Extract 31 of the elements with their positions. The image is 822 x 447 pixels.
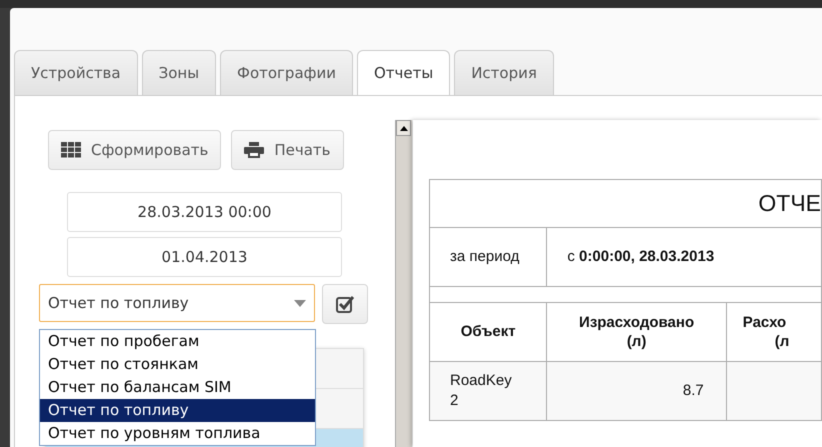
table-cell: RoadKey 2 — [450, 372, 512, 409]
tab[interactable]: История — [454, 50, 554, 95]
up-arrow-icon — [400, 126, 408, 130]
tab[interactable]: Отчеты — [356, 50, 450, 96]
scroll-up-button[interactable] — [396, 120, 411, 136]
period-label: за период — [450, 246, 520, 267]
date-field[interactable]: 28.03.2013 00:00 — [67, 192, 342, 232]
checkbox-icon — [336, 295, 354, 313]
column-header: Объект — [460, 322, 516, 342]
tab[interactable]: Фотографии — [220, 50, 353, 95]
checkbox-button[interactable] — [322, 284, 368, 324]
dropdown-option[interactable]: Отчет по балансам SIM — [40, 376, 315, 399]
scrollbar[interactable] — [395, 120, 412, 447]
grid-icon — [61, 142, 81, 158]
dropdown-option[interactable]: Отчет по пробегам — [40, 330, 315, 353]
tab[interactable]: Устройства — [14, 50, 138, 95]
table-cell: 8.7 — [682, 382, 704, 399]
dropdown-option[interactable]: Отчет по стоянкам — [40, 353, 315, 376]
column-header: Расхо (л — [742, 312, 790, 352]
action-button[interactable]: Сформировать — [48, 130, 222, 170]
period-value: с 0:00:00, 28.03.2013 — [567, 248, 714, 265]
report-title: ОТЧЕ — [758, 190, 821, 216]
action-button[interactable]: Печать — [231, 130, 344, 170]
dropdown-option[interactable]: Отчет по топливу — [40, 399, 315, 422]
column-header: Израсходовано (л) — [579, 312, 694, 352]
report-type-dropdown[interactable]: Отчет по топливу — [39, 284, 315, 322]
tab[interactable]: Зоны — [142, 50, 216, 95]
caret-icon — [294, 300, 306, 306]
date-field[interactable]: 01.04.2013 — [67, 237, 342, 277]
printer-icon — [244, 142, 264, 158]
dropdown-option[interactable]: Отчет по уровням топлива — [40, 422, 315, 445]
